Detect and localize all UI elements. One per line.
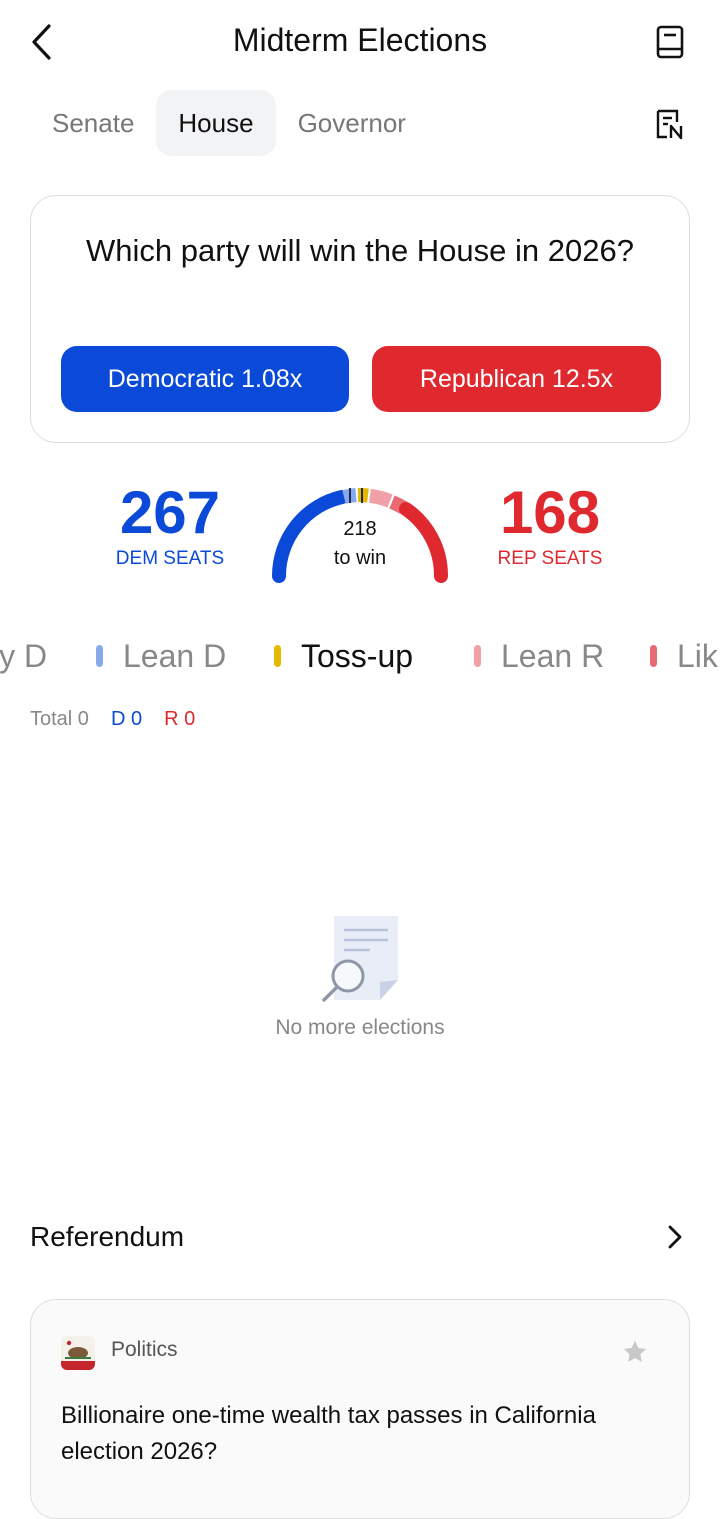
lean-d-color-pill <box>96 645 103 667</box>
rating-label: Lean R <box>501 637 605 674</box>
house-winner-market-card: Which party will win the House in 2026? … <box>30 195 690 443</box>
book-icon <box>656 25 684 59</box>
rating-lean-d[interactable]: Lean D <box>96 628 226 684</box>
referendum-section-header[interactable]: Referendum <box>30 1212 690 1262</box>
document-search-icon <box>322 916 398 1002</box>
rating-toss-up[interactable]: Toss-up <box>274 628 413 684</box>
rep-count: R 0 <box>164 708 196 730</box>
rating-label: ly D <box>0 637 48 674</box>
rating-lean-r[interactable]: Lean R <box>474 628 604 684</box>
market-question: Which party will win the House in 2026? <box>86 233 634 268</box>
rating-label: Toss-up <box>301 637 414 674</box>
referendum-market-card[interactable]: Politics Billionaire one-time wealth tax… <box>30 1299 690 1519</box>
market-category: Politics <box>111 1338 178 1361</box>
rating-likely-d[interactable]: ly D <box>0 628 47 684</box>
dem-count: D 0 <box>110 708 143 730</box>
chevron-right-icon <box>668 1225 682 1249</box>
toss-up-color-pill <box>274 645 281 667</box>
lean-r-color-pill <box>474 645 481 667</box>
election-type-tabs: Senate House Governor <box>30 90 428 158</box>
california-flag-icon <box>61 1336 95 1370</box>
empty-state: No more elections <box>0 910 720 1050</box>
news-button[interactable] <box>650 104 690 144</box>
seat-gauge: 218 to win <box>262 478 458 598</box>
dem-seat-label: DEM SEATS <box>115 548 225 569</box>
section-title: Referendum <box>30 1221 185 1252</box>
referendum-more-button[interactable] <box>660 1217 690 1257</box>
rating-label: Lik <box>677 637 718 674</box>
market-question: Billionaire one-time wealth tax passes i… <box>61 1402 596 1465</box>
rating-label: Lean D <box>123 637 227 674</box>
to-win-number: 218 <box>343 518 377 540</box>
empty-state-text: No more elections <box>275 1016 445 1039</box>
total-count: Total 0 <box>30 708 89 730</box>
rating-likely-r[interactable]: Lik <box>650 628 718 684</box>
to-win-label: to win <box>333 547 387 569</box>
gauge-lean-r-segment <box>368 488 393 508</box>
seat-projection: 267 DEM SEATS 218 to win 168 REP SEATS <box>0 478 720 598</box>
rep-seat-count: 168 <box>499 479 601 546</box>
dem-seat-count: 267 <box>119 479 221 546</box>
page-title: Midterm Elections <box>232 22 488 58</box>
rep-seat-label: REP SEATS <box>497 548 603 569</box>
star-icon <box>623 1340 647 1362</box>
favorite-button[interactable] <box>621 1338 651 1368</box>
likely-r-color-pill <box>650 645 657 667</box>
tab-house[interactable]: House <box>156 90 276 156</box>
tab-senate[interactable]: Senate <box>30 90 156 156</box>
tab-governor[interactable]: Governor <box>276 90 428 156</box>
news-icon <box>656 109 683 140</box>
rules-book-button[interactable] <box>650 22 690 62</box>
republican-bet-button[interactable]: Republican 12.5x <box>372 346 661 412</box>
democratic-bet-button[interactable]: Democratic 1.08x <box>61 346 349 412</box>
rating-filter-bar[interactable]: ly D Lean D Toss-up Lean R Lik <box>0 628 720 684</box>
top-bar: Midterm Elections <box>0 0 720 86</box>
race-totals: Total 0 D 0 R 0 <box>30 708 195 738</box>
